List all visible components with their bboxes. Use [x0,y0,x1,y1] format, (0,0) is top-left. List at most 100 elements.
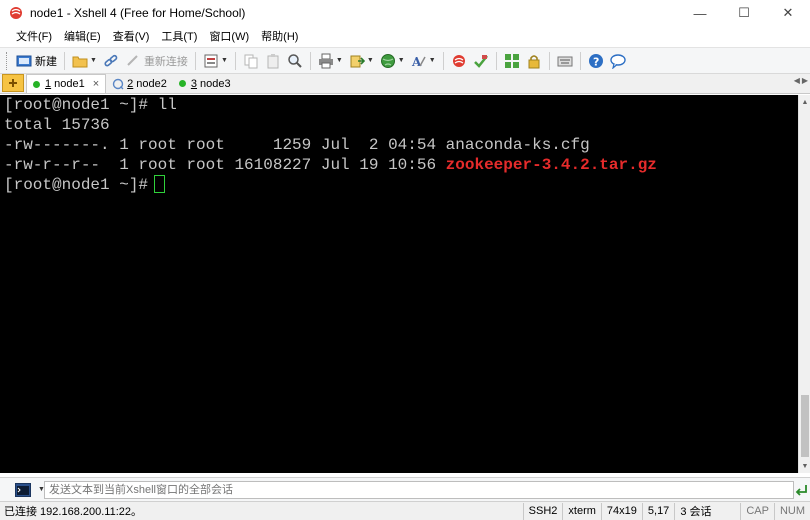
font-dropdown-caret[interactable]: ▼ [429,57,436,64]
xftp-icon [452,54,465,67]
file-transfer-icon [350,55,365,67]
chat-bubble-icon [609,53,626,69]
terminal-line: total 15736 [4,116,110,134]
menu-file[interactable]: 文件(F) [10,28,58,44]
close-button[interactable]: ✕ [766,0,810,26]
terminal-window-icon [15,482,31,497]
properties-dropdown-caret[interactable]: ▼ [221,57,228,64]
terminal-scrollbar[interactable]: ▲ ▼ [798,95,810,473]
print-dropdown-caret[interactable]: ▼ [336,57,343,64]
plus-icon [9,79,17,87]
new-session-button[interactable]: 新建 [13,50,60,72]
title-bar: node1 - Xshell 4 (Free for Home/School) … [0,0,810,26]
open-button[interactable]: ▼ [69,50,100,72]
folder-icon [72,56,88,67]
toolbar-grip[interactable] [6,51,9,70]
window-title: node1 - Xshell 4 (Free for Home/School) [30,6,246,20]
scroll-thumb[interactable] [801,395,809,457]
chat-button[interactable] [607,50,629,72]
script-icon [473,54,488,68]
help-button[interactable]: ? [585,50,607,72]
link-icon [104,54,118,66]
tab-label: node2 [136,77,167,90]
connection-status: 已连接 192.168.200.11:22。 [4,506,142,518]
new-session-label: 新建 [35,55,57,68]
minimize-button[interactable]: — [678,0,722,26]
tab-label: node3 [200,77,231,90]
lock-button[interactable] [523,50,545,72]
tab-close-icon[interactable]: × [93,78,99,90]
menu-tools[interactable]: 工具(T) [155,28,203,44]
properties-icon [204,54,218,67]
paste-icon [267,53,279,68]
reconnect-button[interactable]: 重新连接 [122,50,191,72]
find-button[interactable] [284,50,306,72]
scroll-down-arrow-icon[interactable]: ▼ [799,459,810,473]
copy-icon [244,54,258,68]
properties-button[interactable]: ▼ [200,50,231,72]
new-tab-button[interactable] [2,74,24,92]
session-count-status: 3 会话 [674,502,740,520]
keyboard-button[interactable] [554,50,576,72]
copy-button[interactable] [240,50,262,72]
archive-file-name: zookeeper-3.4.2.tar.gz [445,156,657,174]
xshell-app-icon [8,5,24,21]
tab-node2[interactable]: 2 node2 [106,74,173,93]
svg-text:?: ? [593,55,599,68]
file-listing-prefix: -rw-r--r-- 1 root root 16108227 Jul 19 1… [4,156,446,174]
layout-button[interactable] [501,50,523,72]
xftp-button[interactable] [448,50,470,72]
magnifier-icon [288,53,302,68]
paste-button[interactable] [262,50,284,72]
globe-icon [380,53,395,68]
open-dropdown-caret[interactable]: ▼ [90,57,97,64]
tab-node1[interactable]: 1 node1 × [26,74,107,93]
globe-dropdown-caret[interactable]: ▼ [398,57,405,64]
menu-window[interactable]: 窗口(W) [203,28,255,44]
terminal-prompt-line: [root@node1 ~]# [4,175,798,195]
connect-button[interactable] [100,50,122,72]
cursor-position-status: 5,17 [641,502,674,520]
terminal-line: -rw-------. 1 root root 1259 Jul 2 04:54… [4,136,590,154]
font-icon: A [411,55,426,69]
svg-text:A: A [411,55,422,69]
num-lock-indicator: NUM [773,502,810,520]
tab-scroll-left-icon[interactable]: ◀ [794,76,800,85]
tab-label: node1 [54,78,85,90]
lock-icon [528,54,540,68]
terminal-size-status: 74x19 [600,502,642,520]
send-arrow-icon [795,485,807,496]
font-button[interactable]: A ▼ [408,50,439,72]
terminal-line: -rw-r--r-- 1 root root 16108227 Jul 19 1… [4,155,798,175]
globe-button[interactable]: ▼ [377,50,408,72]
help-icon: ? [588,53,603,68]
terminal-cursor [154,175,166,193]
compose-bar: ▼ [0,477,810,501]
shell-prompt: [root@node1 ~]# [4,176,149,194]
script-button[interactable] [470,50,492,72]
transfer-button[interactable]: ▼ [346,50,377,72]
transfer-dropdown-caret[interactable]: ▼ [367,57,374,64]
disconnected-session-icon [112,78,124,89]
caps-lock-indicator: CAP [740,502,774,520]
print-button[interactable]: ▼ [315,50,346,72]
scroll-up-arrow-icon[interactable]: ▲ [799,95,810,109]
reconnect-icon [127,54,138,66]
tab-scroll-right-icon[interactable]: ▶ [802,76,808,85]
status-bar: 已连接 192.168.200.11:22。 SSH2 xterm 74x19 … [0,501,810,520]
menu-help[interactable]: 帮助(H) [255,28,304,44]
compose-mode-button[interactable] [12,481,34,499]
send-button[interactable] [794,482,808,498]
reconnect-label: 重新连接 [143,55,188,68]
toolbar: 新建 ▼ 重新连接 ▼ ▼ ▼ ▼ A ▼ ? [0,47,810,74]
menu-edit[interactable]: 编辑(E) [58,28,107,44]
maximize-button[interactable]: ☐ [722,0,766,26]
tab-number: 2 [127,77,134,90]
tab-node3[interactable]: 3 node3 [173,74,237,93]
keyboard-icon [557,56,573,66]
connected-dot-icon [33,80,40,88]
menu-view[interactable]: 查看(V) [107,28,156,44]
terminal-output[interactable]: [root@node1 ~]# ll total 15736 -rw------… [0,95,798,473]
compose-input[interactable] [44,481,794,499]
terminal-type-status: xterm [562,502,601,520]
